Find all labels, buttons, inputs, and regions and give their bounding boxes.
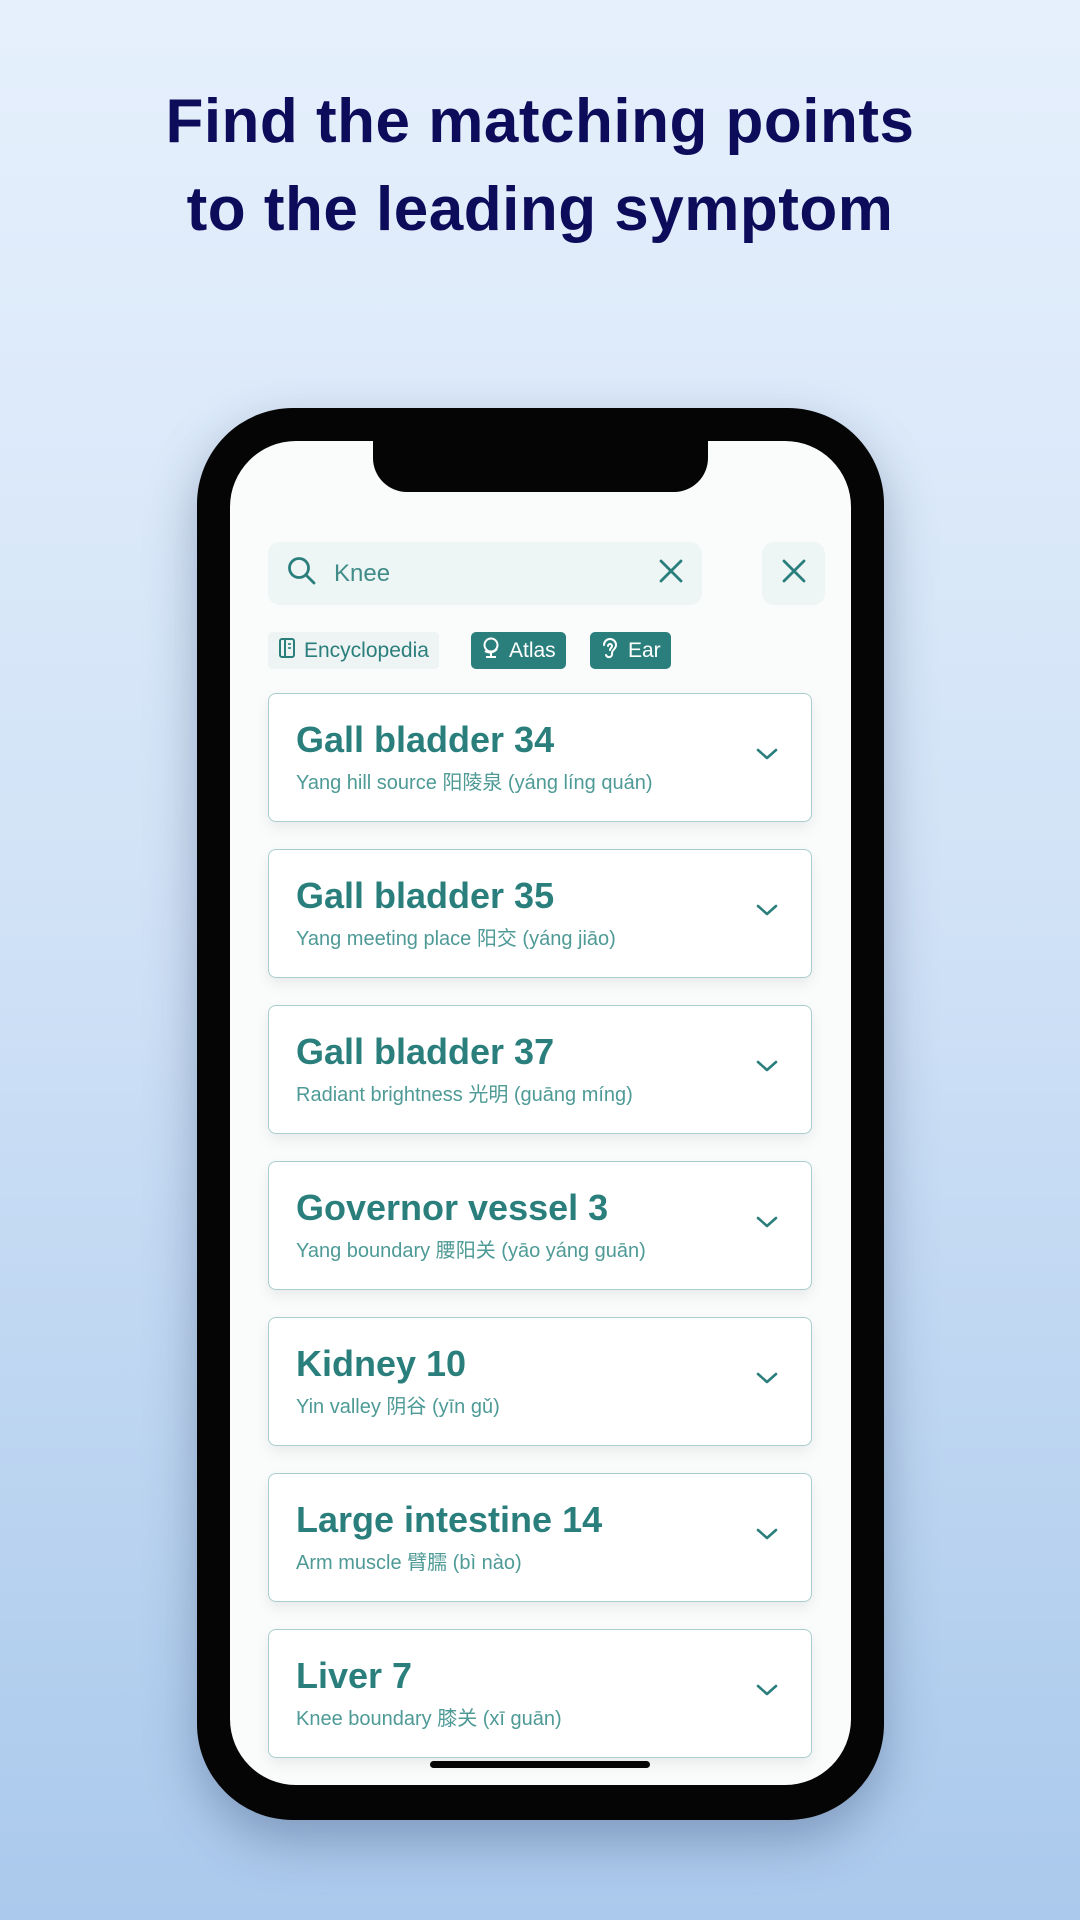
filter-label: Ear: [628, 638, 661, 662]
notch: [373, 441, 708, 492]
result-title: Large intestine 14: [296, 1499, 603, 1540]
chevron-down-icon[interactable]: [755, 1526, 779, 1547]
phone-screen: Encyclopedia Atlas Ear Gall bladder 34 Y…: [230, 441, 851, 1785]
result-card[interactable]: Governor vessel 3 Yang boundary 腰阳关 (yāo…: [268, 1161, 812, 1290]
result-title: Gall bladder 34: [296, 719, 555, 760]
chevron-down-icon[interactable]: [755, 1682, 779, 1703]
chevron-down-icon[interactable]: [755, 746, 779, 767]
ear-icon: [600, 636, 620, 666]
close-search-button[interactable]: [762, 542, 825, 605]
result-subtitle: Yin valley 阴谷 (yīn gǔ): [296, 1396, 500, 1418]
result-title: Liver 7: [296, 1655, 413, 1696]
result-subtitle: Yang hill source 阳陵泉 (yáng líng quán): [296, 772, 653, 794]
result-subtitle: Yang boundary 腰阳关 (yāo yáng guān): [296, 1240, 646, 1262]
chevron-down-icon[interactable]: [755, 1214, 779, 1235]
result-card[interactable]: Gall bladder 35 Yang meeting place 阳交 (y…: [268, 849, 812, 978]
headline: Find the matching points to the leading …: [0, 78, 1080, 254]
filter-atlas[interactable]: Atlas: [471, 632, 566, 669]
result-subtitle: Yang meeting place 阳交 (yáng jiāo): [296, 928, 616, 950]
close-icon: [781, 558, 807, 589]
result-title: Gall bladder 37: [296, 1031, 555, 1072]
search-bar[interactable]: [268, 542, 702, 605]
search-input[interactable]: [334, 559, 658, 588]
search-icon: [286, 555, 318, 592]
result-title: Governor vessel 3: [296, 1187, 609, 1228]
home-indicator[interactable]: [430, 1761, 650, 1768]
result-title: Gall bladder 35: [296, 875, 555, 916]
headline-line-2: to the leading symptom: [186, 175, 894, 244]
result-subtitle: Arm muscle 臂臑 (bì nào): [296, 1552, 522, 1574]
book-icon: [278, 637, 296, 665]
result-card[interactable]: Gall bladder 37 Radiant brightness 光明 (g…: [268, 1005, 812, 1134]
result-card[interactable]: Kidney 10 Yin valley 阴谷 (yīn gǔ): [268, 1317, 812, 1446]
headline-line-1: Find the matching points: [165, 87, 915, 156]
filter-label: Encyclopedia: [304, 638, 429, 662]
result-card[interactable]: Gall bladder 34 Yang hill source 阳陵泉 (yá…: [268, 693, 812, 822]
globe-icon: [481, 636, 501, 666]
chevron-down-icon[interactable]: [755, 1370, 779, 1391]
result-card[interactable]: Liver 7 Knee boundary 膝关 (xī guān): [268, 1629, 812, 1758]
filter-ear[interactable]: Ear: [590, 632, 671, 669]
filter-encyclopedia[interactable]: Encyclopedia: [268, 632, 439, 669]
result-card[interactable]: Large intestine 14 Arm muscle 臂臑 (bì nào…: [268, 1473, 812, 1602]
phone-frame: Encyclopedia Atlas Ear Gall bladder 34 Y…: [197, 408, 884, 1820]
result-subtitle: Radiant brightness 光明 (guāng míng): [296, 1084, 633, 1106]
chevron-down-icon[interactable]: [755, 1058, 779, 1079]
result-title: Kidney 10: [296, 1343, 467, 1384]
result-subtitle: Knee boundary 膝关 (xī guān): [296, 1708, 562, 1730]
filter-label: Atlas: [509, 638, 556, 662]
clear-search-icon[interactable]: [658, 558, 684, 589]
chevron-down-icon[interactable]: [755, 902, 779, 923]
